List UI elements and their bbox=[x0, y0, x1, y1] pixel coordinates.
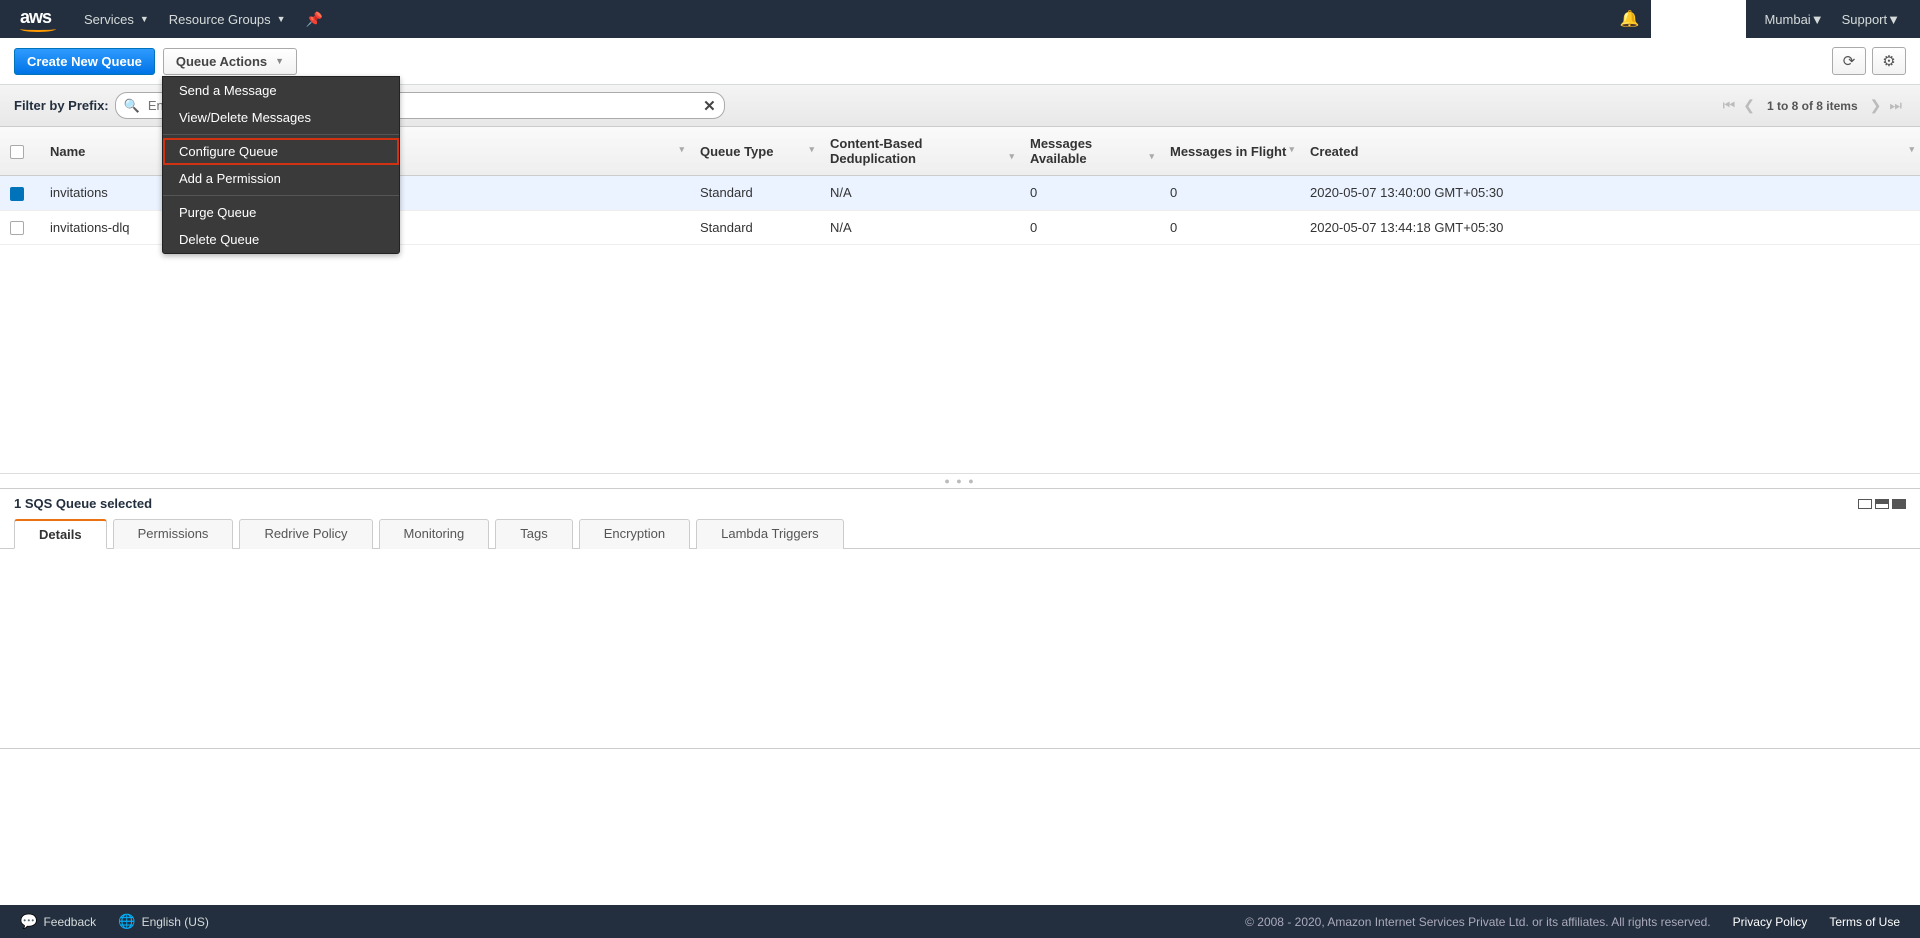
footer-privacy[interactable]: Privacy Policy bbox=[1733, 915, 1808, 929]
sort-icon: ▾ bbox=[1289, 144, 1294, 155]
refresh-button[interactable]: ⟳ bbox=[1832, 47, 1866, 75]
menu-delete-queue[interactable]: Delete Queue bbox=[163, 226, 399, 253]
cell-created: 2020-05-07 13:44:18 GMT+05:30 bbox=[1300, 210, 1920, 245]
pager-last[interactable]: ⏭ bbox=[1885, 97, 1906, 114]
refresh-icon: ⟳ bbox=[1843, 52, 1856, 70]
tab-encryption[interactable]: Encryption bbox=[579, 519, 690, 549]
filter-label: Filter by Prefix: bbox=[14, 98, 109, 113]
panel-maximize[interactable] bbox=[1892, 499, 1906, 509]
pager-prev[interactable]: ❮ bbox=[1739, 97, 1759, 114]
cell-dedup: N/A bbox=[820, 210, 1020, 245]
tab-content bbox=[0, 549, 1920, 749]
pager: ⏮ ❮ 1 to 8 of 8 items ❯ ⏭ bbox=[1719, 97, 1906, 114]
footer-language[interactable]: 🌐English (US) bbox=[118, 913, 209, 930]
cell-type: Standard bbox=[690, 210, 820, 245]
nav-region-label: Mumbai bbox=[1764, 12, 1810, 27]
resize-handle[interactable]: ● ● ● bbox=[0, 473, 1920, 488]
panel-minimize[interactable] bbox=[1858, 499, 1872, 509]
account-placeholder bbox=[1651, 0, 1746, 38]
nav-services[interactable]: Services ▼ bbox=[84, 12, 149, 27]
queue-actions-button[interactable]: Queue Actions ▼ bbox=[163, 48, 297, 75]
aws-logo[interactable]: aws bbox=[20, 7, 56, 32]
footer-terms[interactable]: Terms of Use bbox=[1829, 915, 1900, 929]
bottom-panel: 1 SQS Queue selected Details Permissions… bbox=[0, 488, 1920, 749]
row-checkbox[interactable] bbox=[10, 221, 24, 235]
col-checkbox bbox=[0, 127, 40, 176]
nav-support[interactable]: Support▼ bbox=[1842, 12, 1900, 27]
clear-icon[interactable]: ✕ bbox=[703, 97, 716, 115]
create-queue-button[interactable]: Create New Queue bbox=[14, 48, 155, 75]
cell-created: 2020-05-07 13:40:00 GMT+05:30 bbox=[1300, 176, 1920, 211]
pager-next[interactable]: ❯ bbox=[1866, 97, 1886, 114]
selection-info: 1 SQS Queue selected bbox=[0, 489, 1920, 518]
menu-divider bbox=[163, 195, 399, 196]
tab-details[interactable]: Details bbox=[14, 519, 107, 549]
sort-icon: ▾ bbox=[809, 144, 814, 155]
cell-dedup: N/A bbox=[820, 176, 1020, 211]
sort-icon: ▾ bbox=[679, 144, 684, 155]
queue-actions-menu: Send a Message View/Delete Messages Conf… bbox=[162, 76, 400, 254]
globe-icon: 🌐 bbox=[118, 913, 135, 930]
tab-redrive[interactable]: Redrive Policy bbox=[239, 519, 372, 549]
tab-tags[interactable]: Tags bbox=[495, 519, 572, 549]
sort-icon: ▾ bbox=[1909, 144, 1914, 155]
bell-icon[interactable]: 🔔 bbox=[1620, 9, 1640, 29]
col-type[interactable]: Queue Type▾ bbox=[690, 127, 820, 176]
select-all-checkbox[interactable] bbox=[10, 145, 24, 159]
nav-resource-groups-label: Resource Groups bbox=[169, 12, 271, 27]
chat-icon: 💬 bbox=[20, 913, 37, 930]
caret-down-icon: ▼ bbox=[1811, 12, 1824, 27]
col-created[interactable]: Created▾ bbox=[1300, 127, 1920, 176]
cell-type: Standard bbox=[690, 176, 820, 211]
row-checkbox[interactable] bbox=[10, 187, 24, 201]
menu-divider bbox=[163, 134, 399, 135]
gear-icon: ⚙ bbox=[1882, 52, 1895, 70]
sort-icon: ▾ bbox=[1009, 151, 1014, 162]
caret-down-icon: ▼ bbox=[140, 14, 149, 24]
caret-down-icon: ▼ bbox=[277, 14, 286, 24]
tabs: Details Permissions Redrive Policy Monit… bbox=[0, 518, 1920, 549]
caret-down-icon: ▼ bbox=[1887, 12, 1900, 27]
col-dedup[interactable]: Content-Based Deduplication▾ bbox=[820, 127, 1020, 176]
menu-configure-queue[interactable]: Configure Queue bbox=[163, 138, 399, 165]
nav-resource-groups[interactable]: Resource Groups ▼ bbox=[169, 12, 286, 27]
tab-permissions[interactable]: Permissions bbox=[113, 519, 234, 549]
cell-avail: 0 bbox=[1020, 210, 1160, 245]
caret-down-icon: ▼ bbox=[275, 56, 284, 66]
pager-count: 1 to 8 of 8 items bbox=[1767, 99, 1858, 113]
col-avail[interactable]: Messages Available▾ bbox=[1020, 127, 1160, 176]
tab-lambda[interactable]: Lambda Triggers bbox=[696, 519, 844, 549]
pager-first[interactable]: ⏮ bbox=[1719, 97, 1740, 114]
footer: 💬Feedback 🌐English (US) © 2008 - 2020, A… bbox=[0, 905, 1920, 938]
cell-flight: 0 bbox=[1160, 176, 1300, 211]
pin-icon[interactable]: 📌 bbox=[306, 11, 323, 28]
tab-monitoring[interactable]: Monitoring bbox=[379, 519, 490, 549]
panel-split[interactable] bbox=[1875, 499, 1889, 509]
nav-region[interactable]: Mumbai▼ bbox=[1764, 12, 1823, 27]
menu-send-message[interactable]: Send a Message bbox=[163, 77, 399, 104]
sort-icon: ▾ bbox=[1149, 151, 1154, 162]
cell-flight: 0 bbox=[1160, 210, 1300, 245]
selection-text: 1 SQS Queue selected bbox=[14, 496, 152, 511]
menu-add-permission[interactable]: Add a Permission bbox=[163, 165, 399, 192]
cell-avail: 0 bbox=[1020, 176, 1160, 211]
footer-copyright: © 2008 - 2020, Amazon Internet Services … bbox=[1245, 915, 1711, 929]
col-flight[interactable]: Messages in Flight▾ bbox=[1160, 127, 1300, 176]
nav-services-label: Services bbox=[84, 12, 134, 27]
footer-feedback[interactable]: 💬Feedback bbox=[20, 913, 96, 930]
settings-button[interactable]: ⚙ bbox=[1872, 47, 1906, 75]
search-icon: 🔍 bbox=[124, 98, 140, 114]
queue-actions-label: Queue Actions bbox=[176, 54, 267, 69]
menu-view-delete-messages[interactable]: View/Delete Messages bbox=[163, 104, 399, 131]
nav-support-label: Support bbox=[1842, 12, 1888, 27]
menu-purge-queue[interactable]: Purge Queue bbox=[163, 199, 399, 226]
top-nav: aws Services ▼ Resource Groups ▼ 📌 🔔 Mumba… bbox=[0, 0, 1920, 38]
